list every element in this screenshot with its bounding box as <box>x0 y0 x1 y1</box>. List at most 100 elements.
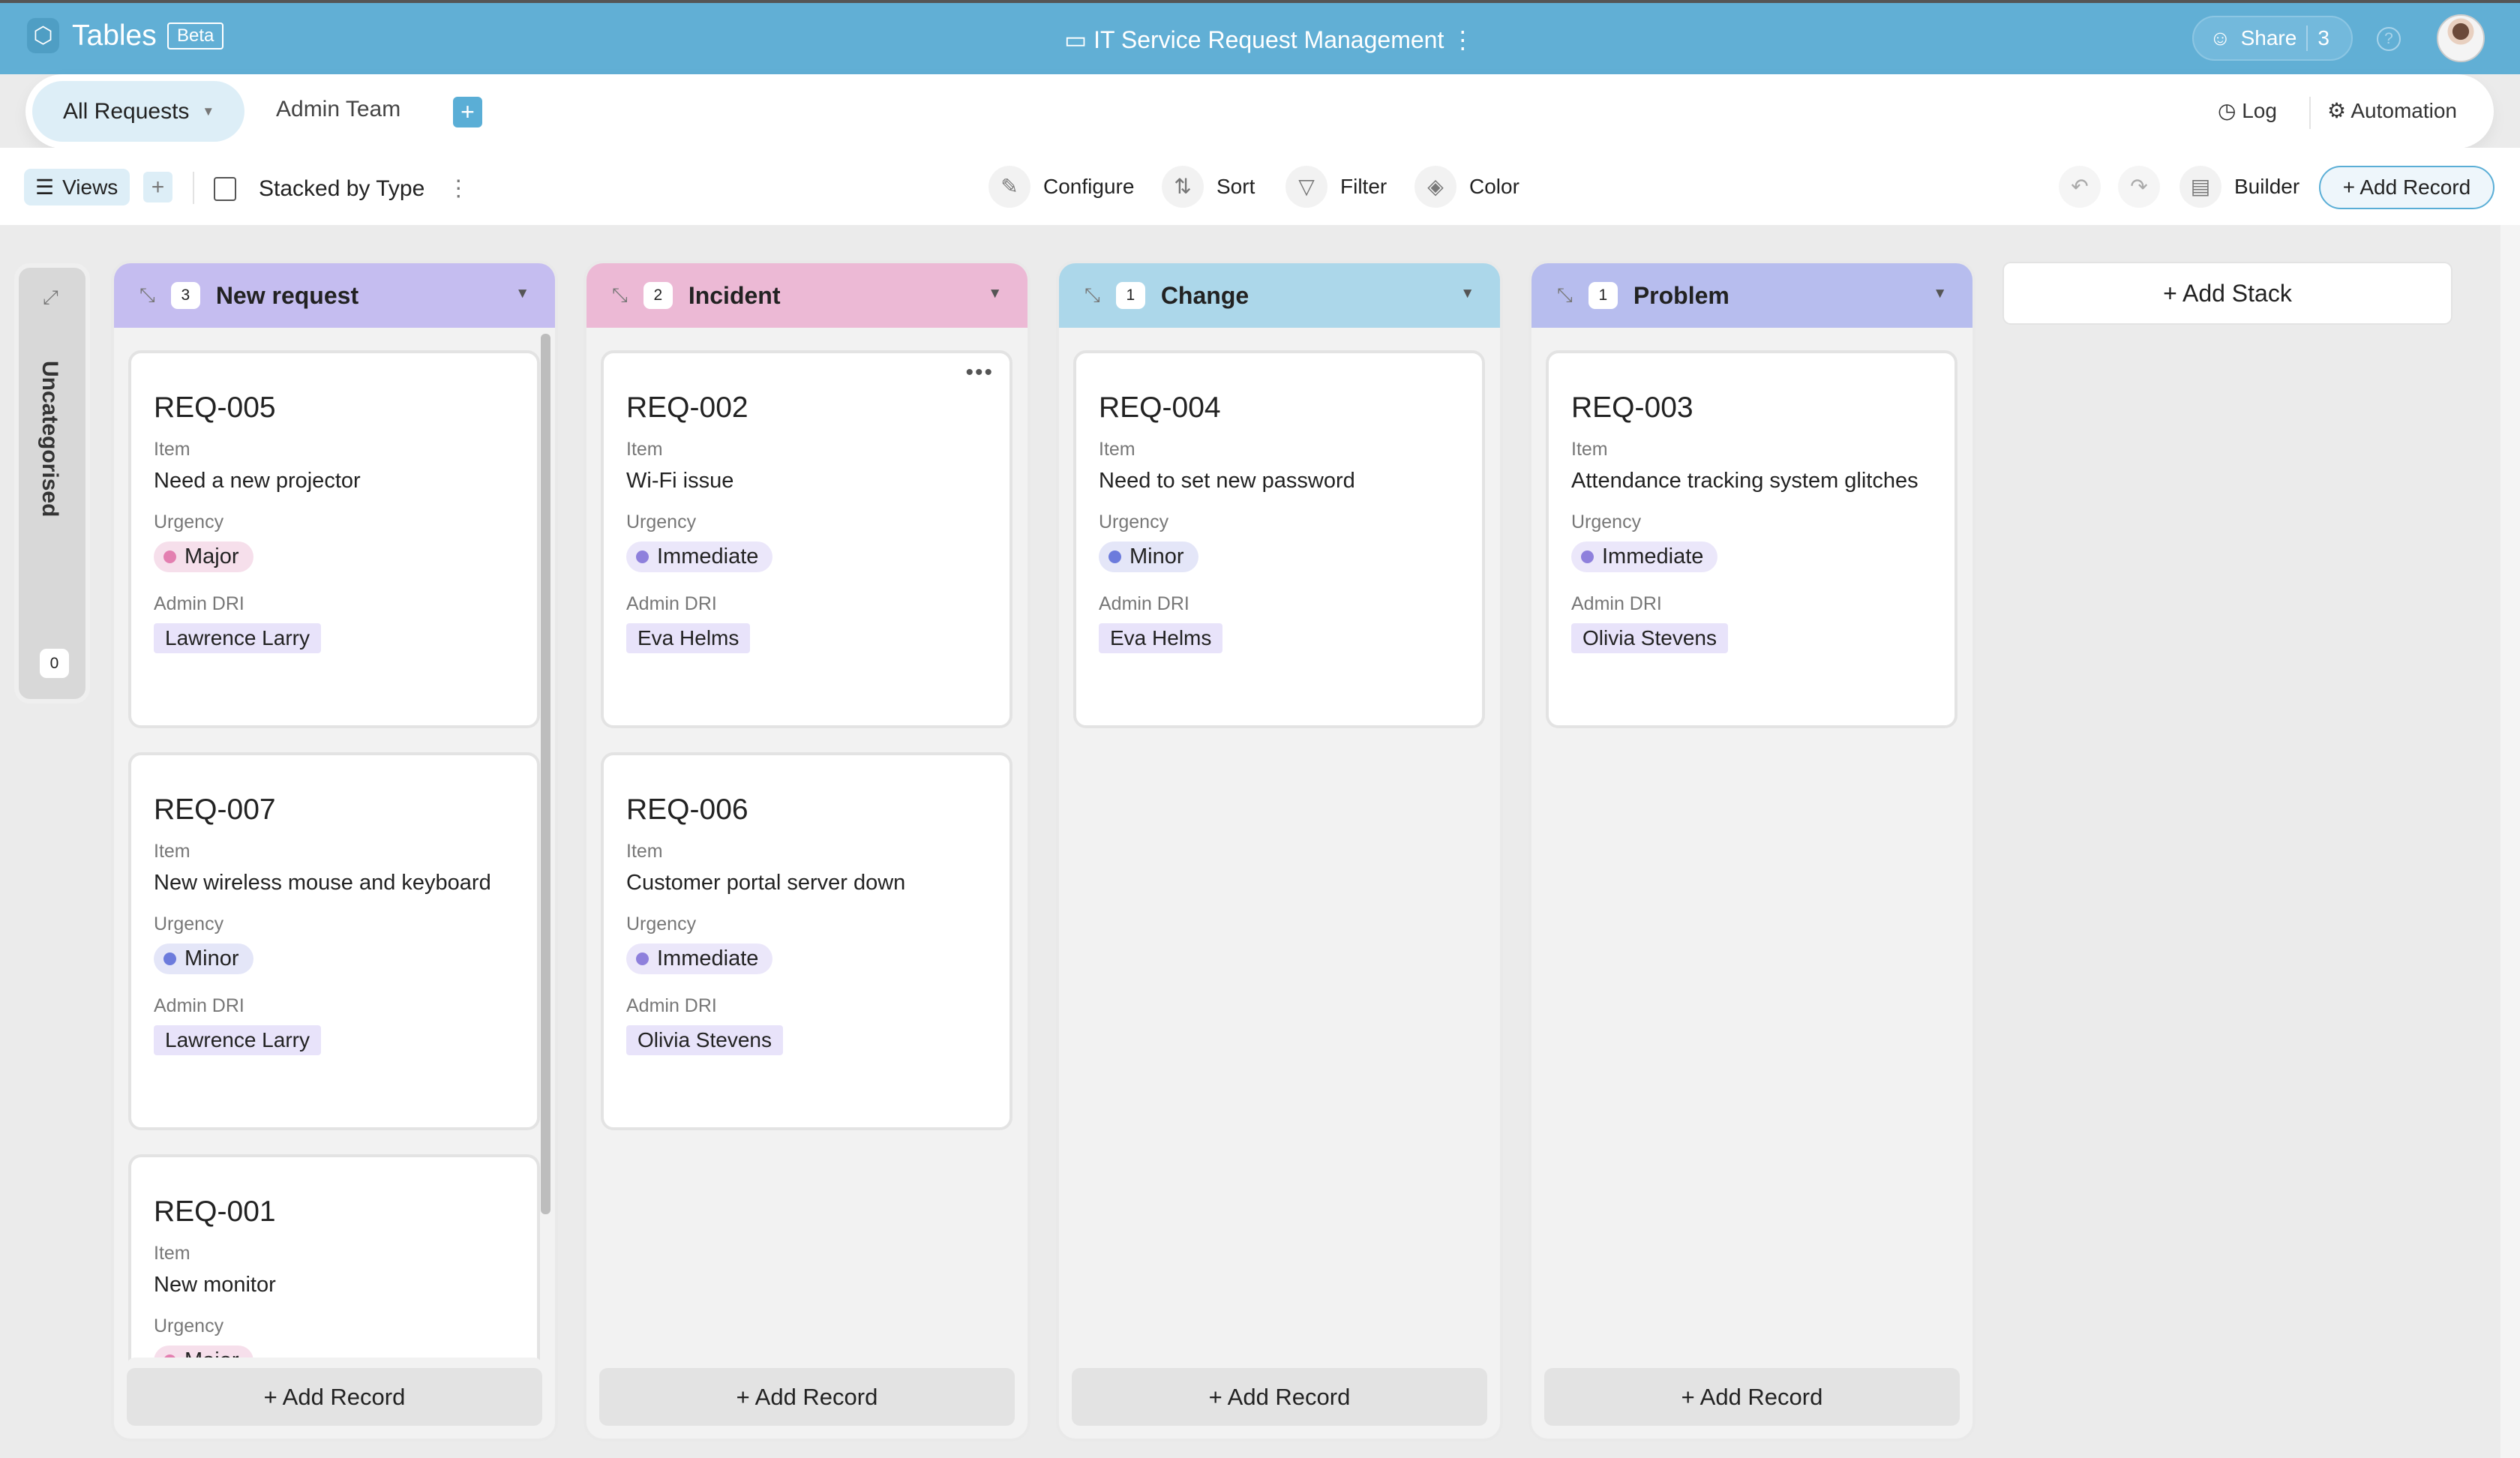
admin-tag: Eva Helms <box>1099 623 1223 653</box>
field-label: Admin DRI <box>626 995 717 1016</box>
record-card[interactable]: REQ-003 Item Attendance tracking system … <box>1546 350 1958 728</box>
view-name-label: Stacked by Type <box>259 176 425 201</box>
record-id: REQ-005 <box>154 392 276 424</box>
urgency-badge: Minor <box>1099 542 1198 572</box>
item-value: Customer portal server down <box>626 871 906 895</box>
field-label: Admin DRI <box>626 593 717 614</box>
stack-header[interactable]: ⤡ 1 Change ▼ <box>1059 263 1500 328</box>
document-title[interactable]: ▭ IT Service Request Management ⋮ <box>1064 26 1474 54</box>
view-name[interactable]: Stacked by Type ⋮ <box>214 176 470 202</box>
urgency-badge: Immediate <box>626 944 773 974</box>
record-card[interactable]: REQ-007 Item New wireless mouse and keyb… <box>128 752 540 1130</box>
share-button[interactable]: ☺ Share 3 <box>2192 16 2353 61</box>
record-card[interactable]: ••• REQ-002 Item Wi-Fi issue Urgency Imm… <box>601 350 1012 728</box>
field-label: Urgency <box>154 914 224 934</box>
record-card[interactable]: REQ-001 Item New monitor Urgency Major <box>128 1154 540 1397</box>
admin-tag: Eva Helms <box>626 623 751 653</box>
log-button[interactable]: ◷ Log <box>2218 98 2277 123</box>
add-record-button[interactable]: + Add Record <box>127 1368 542 1426</box>
color-button[interactable]: ◈ Color <box>1414 166 1520 208</box>
add-record-button[interactable]: + Add Record <box>1544 1368 1960 1426</box>
color-label: Color <box>1469 175 1520 198</box>
app: ⬡ Tables Beta ▭ IT Service Request Manag… <box>0 0 2520 1458</box>
wrench-icon: ✎ <box>988 166 1030 208</box>
stack-header[interactable]: ⤡ 3 New request ▼ <box>114 263 555 328</box>
expand-icon[interactable]: ⤢ <box>43 286 58 310</box>
builder-label: Builder <box>2234 175 2300 198</box>
field-label: Item <box>626 439 663 460</box>
item-value: New wireless mouse and keyboard <box>154 871 491 895</box>
chevron-down-icon[interactable]: ▼ <box>988 286 1002 302</box>
urgency-badge: Immediate <box>626 542 773 572</box>
stack-title: Problem <box>1633 281 1730 309</box>
field-label: Item <box>154 841 190 862</box>
tab-admin-team[interactable]: Admin Team <box>276 97 400 122</box>
redo-icon[interactable]: ↷ <box>2118 166 2160 208</box>
views-button[interactable]: ☰ Views <box>24 169 130 206</box>
scrollbar[interactable] <box>541 334 550 1214</box>
record-card[interactable]: REQ-005 Item Need a new projector Urgenc… <box>128 350 540 728</box>
scrollbar[interactable] <box>2500 225 2520 1458</box>
urgency-value: Immediate <box>657 544 759 568</box>
more-icon[interactable]: ••• <box>965 360 994 386</box>
log-label: Log <box>2242 99 2277 122</box>
add-stack-button[interactable]: + Add Stack <box>2002 262 2452 325</box>
chevron-down-icon: ▼ <box>202 104 215 118</box>
tab-bar: All Requests ▼ Admin Team + ◷ Log ⚙ Autom… <box>26 74 2494 148</box>
tables-logo-icon[interactable]: ⬡ <box>27 18 59 53</box>
add-view-button[interactable]: + <box>143 172 172 202</box>
filter-button[interactable]: ▽ Filter <box>1286 166 1387 208</box>
item-value: Attendance tracking system glitches <box>1571 469 1918 493</box>
automation-label: Automation <box>2350 99 2457 122</box>
admin-tag: Lawrence Larry <box>154 623 321 653</box>
item-value: Need to set new password <box>1099 469 1355 493</box>
gear-icon: ⚙ <box>2327 99 2347 122</box>
configure-label: Configure <box>1043 175 1135 198</box>
add-record-button[interactable]: + Add Record <box>2319 166 2494 209</box>
stack-title: New request <box>215 281 359 309</box>
avatar[interactable] <box>2437 14 2485 62</box>
record-card[interactable]: REQ-004 Item Need to set new password Ur… <box>1073 350 1485 728</box>
urgency-badge: Major <box>154 542 254 572</box>
app-title: Tables <box>72 20 157 52</box>
automation-button[interactable]: ⚙ Automation <box>2327 98 2457 123</box>
urgency-badge: Immediate <box>1571 542 1718 572</box>
stack-title: Incident <box>688 281 781 309</box>
add-tab-button[interactable]: + <box>453 97 482 128</box>
collapse-icon[interactable]: ⤡ <box>612 284 628 308</box>
admin-tag: Olivia Stevens <box>1571 623 1728 653</box>
configure-button[interactable]: ✎ Configure <box>988 166 1134 208</box>
record-id: REQ-006 <box>626 794 748 826</box>
users-icon: ☺ <box>2210 26 2231 50</box>
more-icon[interactable]: ⋮ <box>447 176 470 202</box>
chevron-down-icon[interactable]: ▼ <box>515 286 530 302</box>
field-label: Item <box>154 439 190 460</box>
clock-icon: ◷ <box>2218 99 2236 122</box>
field-label: Admin DRI <box>154 593 244 614</box>
stack-header[interactable]: ⤡ 2 Incident ▼ <box>586 263 1028 328</box>
field-label: Admin DRI <box>1571 593 1662 614</box>
stack-count: 1 <box>1115 282 1145 309</box>
undo-icon[interactable]: ↶ <box>2059 166 2101 208</box>
record-id: REQ-001 <box>154 1196 276 1228</box>
collapse-icon[interactable]: ⤡ <box>140 284 155 308</box>
beta-badge: Beta <box>167 22 224 50</box>
add-record-button[interactable]: + Add Record <box>1072 1368 1487 1426</box>
collapse-icon[interactable]: ⤡ <box>1084 284 1100 308</box>
chevron-down-icon[interactable]: ▼ <box>1460 286 1474 302</box>
stack-title: Change <box>1160 281 1250 309</box>
stack-header[interactable]: ⤡ 1 Problem ▼ <box>1532 263 1972 328</box>
menu-icon: ☰ <box>35 176 55 199</box>
stack-column: ⤡ 1 Problem ▼ REQ-003 Item Attendance tr… <box>1528 260 1976 1442</box>
tab-all-requests[interactable]: All Requests ▼ <box>32 81 244 142</box>
record-card[interactable]: REQ-006 Item Customer portal server down… <box>601 752 1012 1130</box>
builder-button[interactable]: ▤ Builder <box>2180 166 2300 208</box>
sort-button[interactable]: ⇅ Sort <box>1162 166 1255 208</box>
collapse-icon[interactable]: ⤡ <box>1557 284 1573 308</box>
add-record-button[interactable]: + Add Record <box>599 1368 1015 1426</box>
uncategorised-stack[interactable]: ⤢ Uncategorised 0 <box>14 263 90 704</box>
field-label: Urgency <box>154 512 224 532</box>
help-icon[interactable]: ? <box>2377 27 2401 51</box>
kanban-icon <box>214 176 236 201</box>
chevron-down-icon[interactable]: ▼ <box>1933 286 1947 302</box>
